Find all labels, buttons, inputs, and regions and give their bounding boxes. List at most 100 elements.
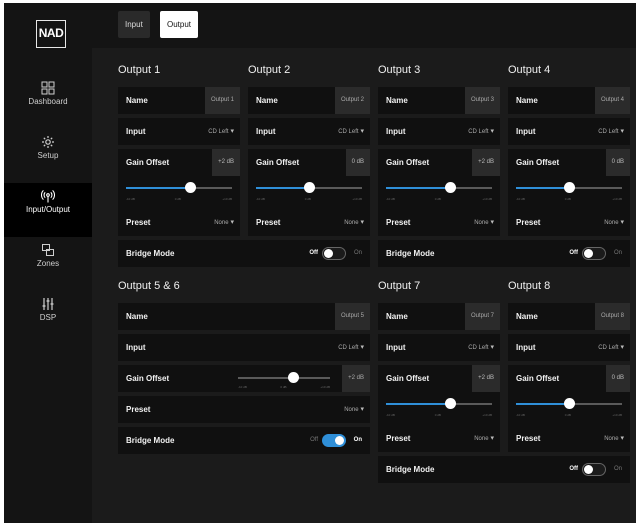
slider-knob[interactable] — [184, 182, 196, 193]
input-label: Input — [516, 343, 536, 352]
gain-label: Gain Offset — [516, 374, 560, 383]
output-8-name-field[interactable]: Output 8 — [594, 303, 630, 330]
output-8-preset-row: Preset None — [508, 425, 630, 452]
output-4-input-row: Input CD Left — [508, 118, 630, 145]
gain-label: Gain Offset — [516, 158, 560, 167]
output-8-title: Output 8 — [508, 280, 551, 292]
tab-output[interactable]: Output — [160, 11, 199, 38]
output-2-gain-slider[interactable] — [256, 182, 362, 194]
output-4-name-row: Name Output 4 — [508, 87, 630, 114]
output-2-input-row: Input CD Left — [248, 118, 370, 145]
output-1-preset-select[interactable]: None — [208, 209, 240, 236]
input-label: Input — [256, 127, 276, 136]
slider-knob[interactable] — [304, 182, 315, 193]
nav-dsp[interactable]: DSP — [4, 291, 92, 345]
name-label: Name — [516, 312, 538, 321]
top-tab-bar: Input Output — [92, 3, 636, 48]
output-5-6-title: Output 5 & 6 — [118, 280, 180, 292]
output-3-preset-select[interactable]: None — [468, 209, 500, 236]
gain-label: Gain Offset — [256, 158, 300, 167]
preset-label: Preset — [516, 218, 541, 227]
output-7-input-select[interactable]: CD Left — [462, 334, 500, 361]
output-1-preset-row: Preset None — [118, 209, 240, 236]
output-3-name-row: Name Output 3 — [378, 87, 500, 114]
tab-input[interactable]: Input — [118, 11, 150, 38]
output-3-name-field[interactable]: Output 3 — [464, 87, 500, 114]
output-4-name-field[interactable]: Output 4 — [594, 87, 630, 114]
nav-dashboard[interactable]: Dashboard — [4, 75, 92, 129]
output-3-gain-slider[interactable] — [386, 182, 492, 194]
output-5-6-gain-slider[interactable] — [238, 372, 330, 384]
slider-knob[interactable] — [444, 182, 456, 193]
slider-knob[interactable] — [564, 398, 575, 409]
output-3-gain-value: +2 dB — [472, 149, 500, 176]
sliders-icon — [42, 298, 54, 310]
preset-label: Preset — [386, 218, 411, 227]
input-label: Input — [126, 127, 146, 136]
output-8-input-select[interactable]: CD Left — [592, 334, 630, 361]
output-5-6-preset-select[interactable]: None — [338, 396, 370, 423]
name-label: Name — [256, 96, 278, 105]
output-2-preset-select[interactable]: None — [338, 209, 370, 236]
name-label: Name — [516, 96, 538, 105]
output-3-title: Output 3 — [378, 64, 421, 76]
nav-zones[interactable]: Zones — [4, 237, 92, 291]
output-8-gain-slider[interactable] — [516, 398, 622, 410]
output-5-6-input-select[interactable]: CD Left — [332, 334, 370, 361]
slider-ticks: -10 dB 0 dB +10 dB — [238, 385, 330, 389]
output-7-gain-row: Gain Offset +2 dB -10 dB 0 dB +10 dB — [378, 365, 500, 425]
output-8-gain-value: 0 dB — [605, 365, 630, 392]
output-5-6-name-field[interactable]: Output 5 — [334, 303, 370, 330]
toggle-switch[interactable] — [322, 434, 346, 447]
output-2-name-field[interactable]: Output 2 — [334, 87, 370, 114]
output-1-gain-slider[interactable] — [126, 182, 232, 194]
preset-label: Preset — [126, 405, 151, 414]
slider-ticks: -10 dB 0 dB +10 dB — [516, 413, 622, 417]
output-7-preset-select[interactable]: None — [468, 425, 500, 452]
output-settings-panel: Output 1 Name Output 1 Input CD Left Gai… — [92, 48, 636, 523]
output-2-input-select[interactable]: CD Left — [332, 118, 370, 145]
zones-icon — [42, 244, 54, 256]
bridge-mode-3-4-row: Bridge Mode Off On — [378, 240, 630, 267]
output-1-input-select[interactable]: CD Left — [202, 118, 240, 145]
toggle-switch[interactable] — [582, 247, 606, 260]
bridge-mode-label: Bridge Mode — [126, 249, 175, 258]
output-3-gain-row: Gain Offset +2 dB -10 dB 0 dB +10 dB — [378, 149, 500, 209]
output-5-6-gain-row: Gain Offset +2 dB -10 dB 0 dB +10 dB — [118, 365, 370, 392]
output-4-gain-slider[interactable] — [516, 182, 622, 194]
output-4-preset-row: Preset None — [508, 209, 630, 236]
output-3-preset-row: Preset None — [378, 209, 500, 236]
output-4-gain-value: 0 dB — [605, 149, 630, 176]
gain-label: Gain Offset — [386, 158, 430, 167]
slider-knob[interactable] — [444, 398, 456, 409]
nav-input-output[interactable]: Input/Output — [4, 183, 92, 237]
bridge-mode-7-8-row: Bridge Mode Off On — [378, 456, 630, 483]
output-8-preset-select[interactable]: None — [598, 425, 630, 452]
output-2-gain-value: 0 dB — [345, 149, 370, 176]
preset-label: Preset — [516, 434, 541, 443]
output-7-name-field[interactable]: Output 7 — [464, 303, 500, 330]
output-7-gain-slider[interactable] — [386, 398, 492, 410]
nav-setup[interactable]: Setup — [4, 129, 92, 183]
output-7-gain-value: +2 dB — [472, 365, 500, 392]
name-label: Name — [386, 312, 408, 321]
output-1-name-field[interactable]: Output 1 — [204, 87, 240, 114]
output-2-name-row: Name Output 2 — [248, 87, 370, 114]
toggle-switch[interactable] — [322, 247, 346, 260]
toggle-switch[interactable] — [582, 463, 606, 476]
output-1-title: Output 1 — [118, 64, 161, 76]
grid-icon — [41, 81, 55, 95]
output-4-input-select[interactable]: CD Left — [592, 118, 630, 145]
output-1-name-row: Name Output 1 — [118, 87, 240, 114]
nav-label: Zones — [36, 259, 60, 268]
output-3-input-select[interactable]: CD Left — [462, 118, 500, 145]
slider-knob[interactable] — [288, 372, 300, 383]
nad-logo: NAD — [36, 20, 66, 48]
preset-label: Preset — [256, 218, 281, 227]
output-4-preset-select[interactable]: None — [598, 209, 630, 236]
slider-knob[interactable] — [564, 182, 575, 193]
nav-label: Setup — [37, 151, 59, 160]
preset-label: Preset — [126, 218, 151, 227]
input-label: Input — [126, 343, 146, 352]
bridge-mode-label: Bridge Mode — [386, 465, 435, 474]
